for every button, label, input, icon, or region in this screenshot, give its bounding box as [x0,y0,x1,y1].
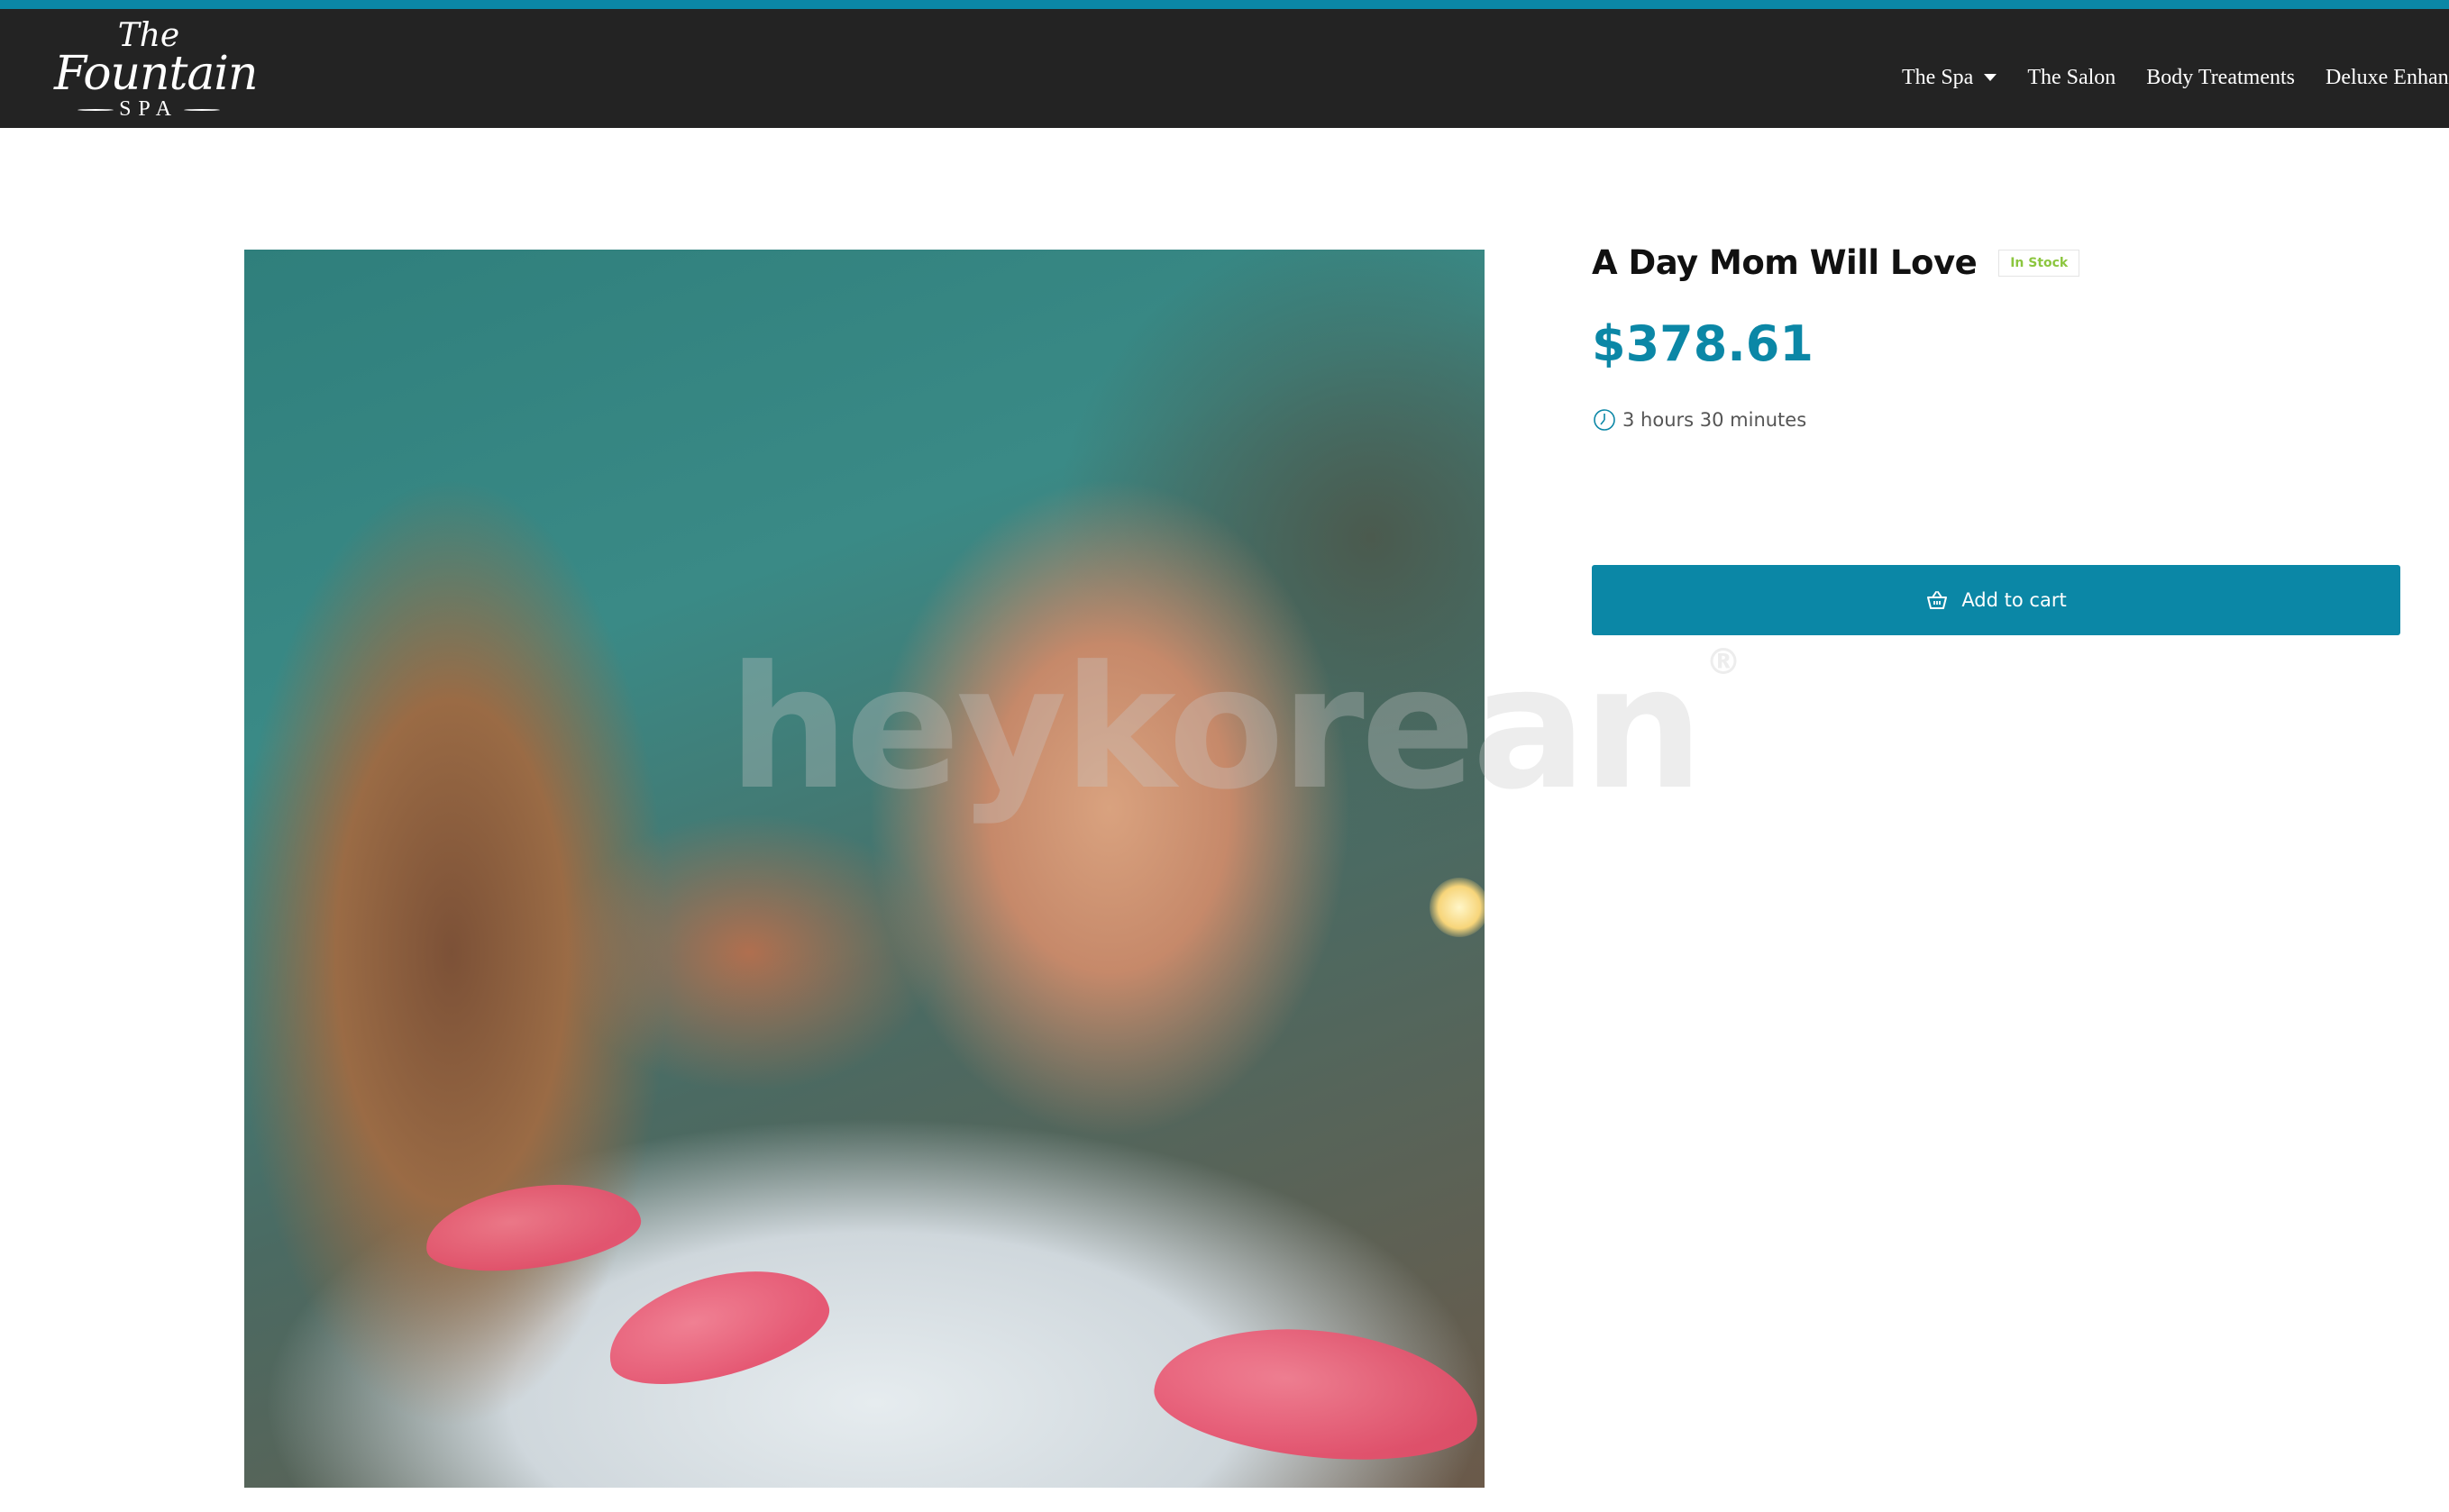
nav-item-deluxe-enhancements[interactable]: Deluxe Enhanc [2326,66,2449,90]
product-title: A Day Mom Will Love [1592,243,1978,282]
add-to-cart-label: Add to cart [1961,589,2067,611]
product-image[interactable] [244,250,1485,1488]
top-accent-stripe [0,0,2449,9]
add-to-cart-button[interactable]: Add to cart [1592,565,2400,635]
product-title-row: A Day Mom Will Love In Stock [1592,243,2080,282]
clock-icon [1594,409,1615,431]
service-duration: 3 hours 30 minutes [1592,407,1806,433]
logo-line-2: Fountain [54,47,259,101]
stock-badge: In Stock [1998,249,2080,277]
caret-down-icon [1984,74,1997,81]
basket-icon [1927,591,1948,609]
duration-text: 3 hours 30 minutes [1622,409,1807,431]
image-watermark: heykorean ® [728,630,1741,827]
nav-item-the-salon[interactable]: The Salon [2027,66,2115,90]
rose-petal [419,1171,646,1283]
site-header: The Fountain SPA The Spa The Salon Body … [0,9,2449,128]
logo-line-3: SPA [54,97,243,122]
site-logo[interactable]: The Fountain SPA [54,20,259,126]
main-nav: The Spa The Salon Body Treatments Deluxe… [1902,18,2449,137]
rose-petal [1148,1314,1485,1474]
candle-glow [1430,878,1485,937]
rose-petal [596,1249,839,1404]
nav-item-the-spa[interactable]: The Spa [1902,66,1997,90]
product-price: $378.61 [1592,315,1814,372]
nav-item-body-treatments[interactable]: Body Treatments [2146,66,2295,90]
